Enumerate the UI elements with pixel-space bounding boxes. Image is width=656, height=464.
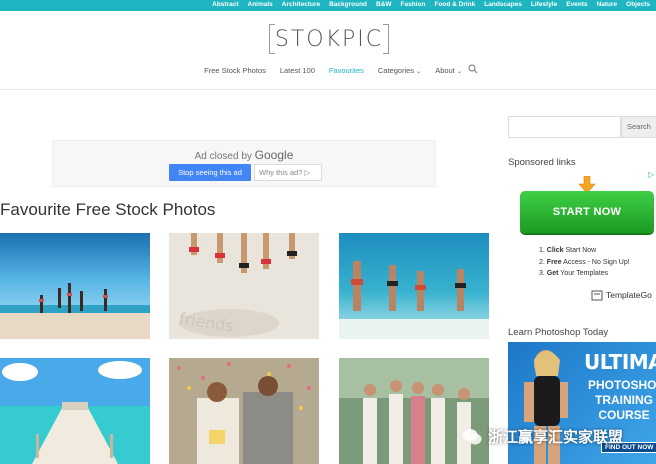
photo-bridesmaids-celebrating[interactable] — [339, 358, 489, 464]
sponsor-step-text: Access - No Sign Up! — [561, 258, 630, 266]
logo-bracket-left — [269, 24, 275, 54]
sponsor-step-keyword: Click — [546, 247, 564, 254]
sponsor-step-keyword: Free — [546, 258, 562, 266]
ad-closed-label: Ad closed by — [194, 151, 252, 162]
logo-text: STOKPIC — [274, 26, 384, 52]
nav-item-favourites[interactable]: Favourites — [329, 66, 364, 75]
site-logo[interactable]: STOKPIC — [269, 24, 389, 54]
logo-bracket-right — [383, 24, 389, 54]
nav-item-label: Free Stock Photos — [204, 66, 266, 75]
search-icon[interactable] — [468, 64, 478, 74]
nav-item-categories[interactable]: Categories ⌄ — [378, 66, 421, 75]
chevron-down-icon: ⌄ — [416, 69, 422, 75]
stop-seeing-ad-button[interactable]: Stop seeing this ad — [169, 164, 251, 181]
sidebar-search-button[interactable]: Search — [621, 116, 656, 138]
category-link[interactable]: Events — [566, 0, 587, 9]
category-link[interactable]: Food & Drink — [434, 0, 475, 9]
photo-tropical-pier[interactable] — [0, 358, 150, 464]
sponsor-step: 1. Click Start Now — [539, 247, 597, 254]
category-link[interactable]: Fashion — [401, 0, 426, 9]
google-wordmark: Google — [254, 148, 294, 162]
template-brand-label: TemplateGo — [606, 290, 652, 300]
category-link[interactable]: Background — [329, 0, 367, 9]
category-link[interactable]: Architecture — [282, 0, 320, 9]
nav-item-label: Categories — [377, 66, 415, 75]
banner-title: ULTIMATE — [584, 350, 656, 374]
why-this-ad-button[interactable]: Why this ad? ▷ — [254, 164, 322, 181]
learn-photoshop-heading: Learn Photoshop Today — [508, 327, 609, 338]
sponsored-links-heading: Sponsored links — [508, 157, 576, 168]
template-go-icon — [591, 290, 603, 301]
sidebar-search-input[interactable] — [508, 116, 621, 138]
category-link[interactable]: Abstract — [212, 0, 238, 9]
banner-subtitle: PHOTOSHOP TRAINING COURSE — [588, 378, 656, 422]
sponsor-step-keyword: Get — [546, 270, 559, 277]
nav-item-free-stock-photos[interactable]: Free Stock Photos — [204, 66, 266, 75]
category-link[interactable]: Lifestyle — [531, 0, 557, 9]
ad-closed-text: Ad closed by Google — [53, 148, 435, 162]
nav-item-latest-100[interactable]: Latest 100 — [280, 66, 315, 75]
sponsor-steps: 1. Click Start Now 2. Free Access - No Si… — [539, 245, 630, 280]
nav-item-about[interactable]: About ⌄ — [435, 66, 462, 75]
ad-closed-panel: Ad closed by Google Stop seeing this ad … — [52, 140, 436, 187]
header-divider — [0, 89, 656, 90]
category-link[interactable]: Objects — [626, 0, 650, 9]
photo-friends-jumping[interactable]: friends — [169, 233, 319, 339]
nav-item-label: Favourites — [328, 66, 364, 75]
ad-choices-icon[interactable]: ▷ — [648, 170, 654, 179]
sponsor-step-text: Your Templates — [558, 270, 609, 277]
sponsor-step: 3. Get Your Templates — [539, 270, 609, 277]
photo-wedding-couple[interactable] — [169, 358, 319, 464]
sponsor-step-text: Start Now — [563, 247, 597, 254]
nav-item-label: About — [435, 66, 455, 75]
category-bar: Abstract Animals Architecture Background B&W… — [0, 0, 656, 11]
category-link[interactable]: Nature — [597, 0, 618, 9]
wechat-icon — [462, 428, 482, 444]
category-link[interactable]: B&W — [376, 0, 392, 9]
category-link[interactable]: Landscapes — [484, 0, 522, 9]
page-title: Favourite Free Stock Photos — [0, 200, 216, 219]
photo-friends-running-sea[interactable] — [339, 233, 489, 339]
main-nav: Free Stock Photos Latest 100 Favourites Cat… — [0, 64, 656, 75]
photo-beach-handstand[interactable] — [0, 233, 150, 339]
category-link[interactable]: Animals — [248, 0, 273, 9]
watermark-text: 浙江赢享汇实家联盟 — [488, 428, 624, 446]
watermark: 浙江赢享汇实家联盟 — [462, 426, 623, 447]
template-brand[interactable]: TemplateGo — [591, 289, 652, 301]
sponsor-step: 2. Free Access - No Sign Up! — [539, 258, 630, 266]
chevron-down-icon: ⌄ — [456, 69, 462, 75]
start-now-button[interactable]: START NOW — [520, 191, 654, 233]
nav-item-label: Latest 100 — [279, 66, 315, 75]
